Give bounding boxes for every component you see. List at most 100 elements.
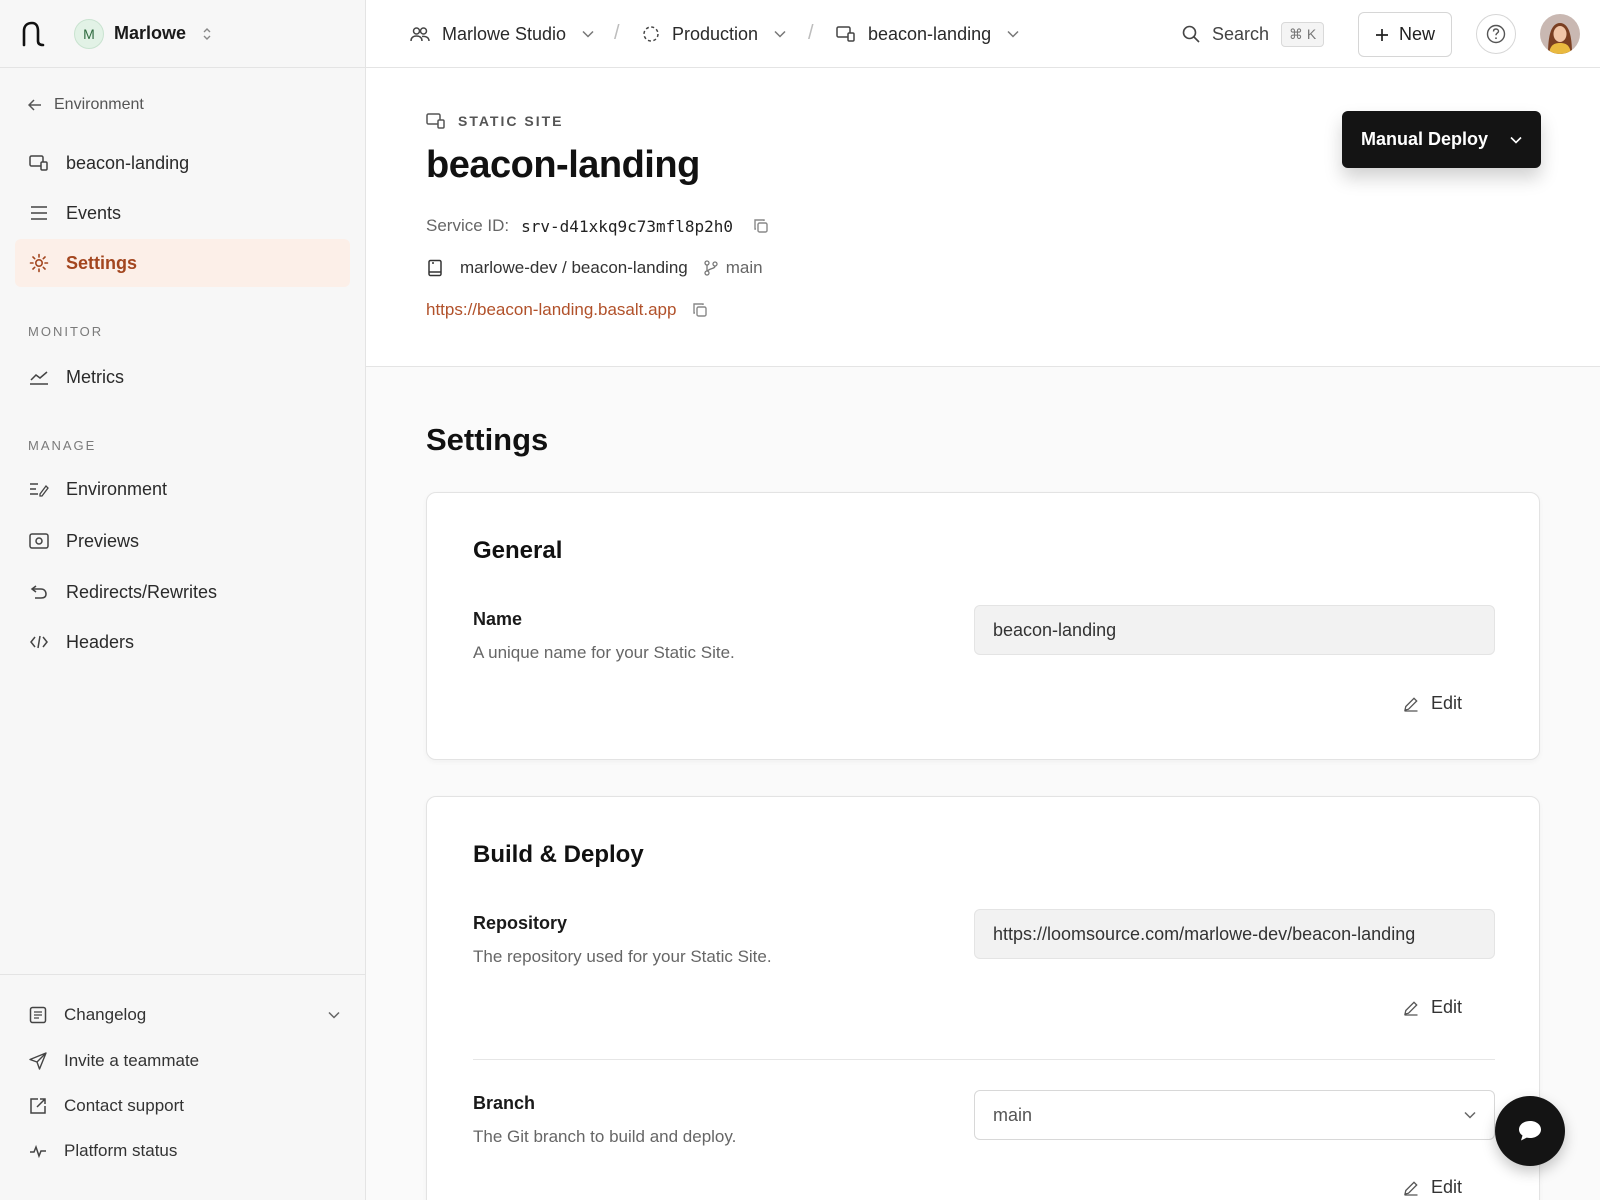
static-site-icon [28,152,50,174]
repository-link[interactable]: marlowe-dev / beacon-landing [460,258,688,278]
chart-line-icon [28,366,50,388]
service-url-row: https://beacon-landing.basalt.app [426,300,708,320]
page-title: beacon-landing [426,144,700,186]
breadcrumb-service-label: beacon-landing [868,23,992,44]
document-icon [28,1005,48,1025]
divider [473,1059,1495,1060]
user-avatar-image [1540,14,1580,54]
sidebar: M Marlowe Environment beacon-landing Eve… [0,0,366,1200]
logo-icon[interactable] [20,20,46,48]
chevron-down-icon [1007,30,1019,38]
back-label: Environment [54,96,144,113]
back-to-environment-link[interactable]: Environment [28,96,144,114]
branch-select[interactable]: main [974,1090,1495,1140]
repository-label: Repository [473,913,568,933]
build-deploy-card: Build & Deploy Repository The repository… [426,796,1540,1200]
git-branch-icon [704,260,718,276]
service-type-label: STATIC SITE [458,113,564,129]
contact-label: Contact support [64,1096,185,1115]
sidebar-header: M Marlowe [0,0,365,68]
workspace-avatar: M [74,18,104,49]
sidebar-item-redirects[interactable]: Redirects/Rewrites [15,568,350,616]
search-shortcut: ⌘ K [1281,21,1325,47]
user-avatar[interactable] [1540,14,1580,54]
service-repo-row: marlowe-dev / beacon-landing main [426,258,763,278]
service-id-label: Service ID: [426,216,510,235]
arrow-left-icon [28,99,41,111]
sidebar-item-label: Headers [66,631,135,652]
plus-icon [1375,28,1388,41]
invite-teammate-link[interactable]: Invite a teammate [28,1051,340,1071]
contact-support-link[interactable]: Contact support [28,1096,340,1116]
name-label: Name [473,609,523,629]
manual-deploy-label: Manual Deploy [1360,129,1489,149]
service-id-row: Service ID: srv-d41xkq9c73mfl8p2h0 [426,216,769,236]
sidebar-item-headers[interactable]: Headers [15,618,350,666]
sidebar-item-previews[interactable]: Previews [15,517,350,565]
sidebar-item-metrics[interactable]: Metrics [15,353,350,401]
pencil-icon [1404,1180,1418,1196]
chat-button[interactable] [1495,1096,1565,1166]
sidebar-item-environment[interactable]: Environment [15,465,350,513]
static-site-icon [426,113,445,129]
help-button[interactable] [1476,14,1516,54]
users-icon [410,27,430,42]
external-link-icon [28,1096,48,1116]
chevron-down-icon[interactable] [328,1011,340,1019]
service-id-value: srv-d41xkq9c73mfl8p2h0 [521,216,734,236]
sidebar-item-label: Events [66,202,122,223]
environment-circle-icon [643,26,659,42]
name-description: A unique name for your Static Site. [473,643,735,662]
chevron-down-icon [1510,136,1522,144]
changelog-label: Changelog [64,1005,147,1024]
branch-description: The Git branch to build and deploy. [473,1127,737,1146]
pulse-icon [28,1141,48,1161]
chevron-up-down-icon [203,27,211,40]
edit-repository-button[interactable]: Edit [1403,997,1462,1018]
general-heading: General [473,537,563,564]
breadcrumb-team[interactable]: Marlowe Studio [410,0,594,68]
settings-title: Settings [426,422,549,457]
branch-name: main [725,258,763,277]
edit-label: Edit [1431,1177,1463,1197]
changelog-link[interactable]: Changelog [28,1005,340,1025]
chevron-down-icon [774,30,786,38]
help-icon [1486,24,1506,44]
sidebar-item-settings[interactable]: Settings [15,239,350,287]
settings-content[interactable]: Settings General Name A unique name for … [366,367,1600,1200]
static-site-icon [836,26,855,42]
general-card: General Name A unique name for your Stat… [426,492,1540,760]
repository-field[interactable]: https://loomsource.com/marlowe-dev/beaco… [974,909,1495,959]
copy-icon[interactable] [753,218,769,234]
chat-bubble-icon [1519,1121,1541,1141]
name-field-value: beacon-landing [993,619,1117,640]
sidebar-item-label: Settings [66,252,138,273]
breadcrumb-service[interactable]: beacon-landing [836,0,1019,68]
breadcrumb-environment[interactable]: Production [642,0,786,68]
env-edit-icon [28,478,50,500]
copy-icon[interactable] [692,302,708,318]
repository-description: The repository used for your Static Site… [473,947,772,966]
breadcrumb-separator: / [808,22,814,44]
edit-branch-button[interactable]: Edit [1403,1177,1462,1198]
search-button[interactable]: Search ⌘ K [1182,0,1325,68]
sidebar-item-label: Metrics [66,366,124,387]
status-label: Platform status [64,1141,178,1160]
redirect-icon [28,581,50,603]
branch-select-value: main [993,1104,1033,1125]
manual-deploy-button[interactable]: Manual Deploy [1342,111,1541,168]
code-icon [28,631,50,653]
edit-label: Edit [1431,997,1463,1017]
workspace-switcher[interactable]: M Marlowe [74,18,212,49]
new-button[interactable]: New [1358,12,1452,57]
chevron-down-icon [582,30,594,38]
service-url-link[interactable]: https://beacon-landing.basalt.app [426,300,676,320]
sidebar-item-service[interactable]: beacon-landing [15,139,350,187]
edit-name-button[interactable]: Edit [1403,693,1462,714]
sidebar-item-events[interactable]: Events [15,189,350,237]
branch-label: Branch [473,1093,536,1113]
pencil-icon [1404,1000,1418,1016]
name-field[interactable]: beacon-landing [974,605,1495,655]
gear-icon [28,252,50,274]
platform-status-link[interactable]: Platform status [28,1141,340,1161]
